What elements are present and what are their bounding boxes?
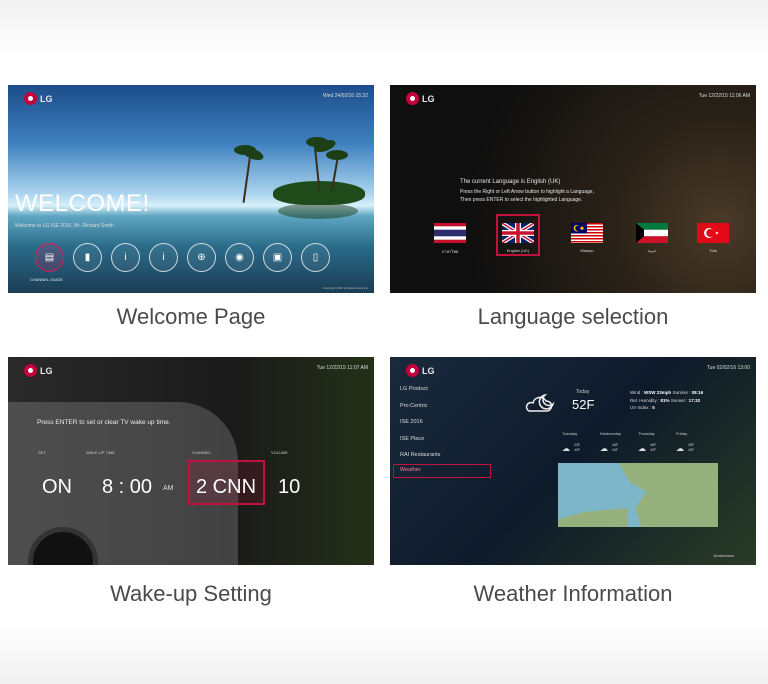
wake-up-setting-screenshot: LG Tue 12/22/15 11:07 AM Press ENTER to … xyxy=(8,357,374,565)
weather-information-screenshot: LG Tue 02/02/16 13:00 LG Product Pro:Cen… xyxy=(390,357,756,565)
forecast-day: Friday xyxy=(676,431,688,436)
menu-item[interactable]: ISE Place xyxy=(400,434,440,451)
cloudy-night-icon xyxy=(525,393,555,412)
clock: Tue 12/22/15 11:07 AM xyxy=(316,365,368,371)
rain-cloud-icon: ☁ xyxy=(638,444,646,453)
lg-logo: LG xyxy=(406,364,435,377)
menu-item[interactable]: Pro:Centric xyxy=(400,401,440,418)
remote-icon[interactable]: ▯ xyxy=(301,243,330,272)
caption-wake-up-setting: Wake-up Setting xyxy=(110,581,272,606)
wake-time-value[interactable]: 8 : 00 xyxy=(102,476,152,499)
menu-item[interactable]: LG Product xyxy=(400,384,440,401)
forecast-day: Thursday xyxy=(638,431,655,436)
uk-flag-icon[interactable] xyxy=(502,223,534,243)
lg-logo: LG xyxy=(406,92,435,105)
language-prompt: The current Language is English (UK) Pre… xyxy=(460,179,594,203)
lg-logo: LG xyxy=(24,364,53,377)
location-label: Amsterdam xyxy=(713,553,734,558)
welcome-title: WELCOME! xyxy=(15,190,150,217)
volume-value[interactable]: 10 xyxy=(278,476,300,499)
language-selection-screenshot: LG Tue 12/22/15 11:06 AM The current Lan… xyxy=(390,85,756,293)
weather-map[interactable] xyxy=(558,463,718,527)
language-label: ภาษาไทย xyxy=(441,249,459,254)
footer-copyright: Copyright 2016 LG Electronics Inc. xyxy=(322,286,369,290)
menu-icon-row: ▤ ▮ i i ⊕ ◉ ▣ ▯ xyxy=(35,243,330,272)
turkey-flag-icon[interactable] xyxy=(697,223,729,243)
clock: Tue 12/22/15 11:06 AM xyxy=(698,93,750,99)
welcome-subtitle: Welcome to LG ISE 2016, Mr. Richard Smit… xyxy=(15,223,114,229)
weather-details: Wind : WSW 23mph Sunrise : 08:16 Rel. Hu… xyxy=(630,390,704,410)
rain-cloud-icon: ☁ xyxy=(562,444,570,453)
language-label: Türk xyxy=(709,248,717,253)
caption-language-selection: Language selection xyxy=(477,304,669,329)
menu-item-weather-selected[interactable]: Weather xyxy=(393,464,491,478)
am-pm-value[interactable]: AM xyxy=(163,485,174,492)
kuwait-flag-icon[interactable] xyxy=(636,223,668,243)
channel-value[interactable]: 2 CNN xyxy=(196,476,256,499)
welcome-page-screenshot: LG Wed 24/02/16 15:32 WELCOME! Welcome t… xyxy=(8,85,374,293)
info-icon[interactable]: i xyxy=(149,243,178,272)
tv-guide-icon[interactable]: ▤ xyxy=(35,243,64,272)
malaysia-flag-icon[interactable] xyxy=(571,223,603,243)
channel-label: CHANNEL xyxy=(192,450,212,455)
set-label: SET xyxy=(38,450,46,455)
clock: Wed 24/02/16 15:32 xyxy=(323,93,368,99)
calendar-icon[interactable]: ▮ xyxy=(73,243,102,272)
forecast-day: Tuesday xyxy=(562,431,578,436)
side-menu: LG Product Pro:Centric ISE 2016 ISE Plac… xyxy=(400,384,440,467)
selected-icon-label: CHANNEL GUIDE xyxy=(30,277,63,282)
language-label: English (UK) xyxy=(506,248,530,253)
caption-welcome-page: Welcome Page xyxy=(116,304,266,329)
language-label: Malayu xyxy=(580,248,594,253)
current-temperature: 52F xyxy=(572,397,595,412)
language-label: عربية xyxy=(647,248,657,253)
forecast-day: Wednesday xyxy=(600,431,622,436)
globe-icon[interactable]: ⊕ xyxy=(187,243,216,272)
wake-time-label: WAKE UP TIME xyxy=(86,450,115,455)
menu-item[interactable]: ISE 2016 xyxy=(400,417,440,434)
set-value[interactable]: ON xyxy=(42,476,72,499)
thai-flag-icon[interactable] xyxy=(434,223,466,243)
wake-up-instruction: Press ENTER to set or clear TV wake up t… xyxy=(37,419,171,426)
lg-logo: LG xyxy=(24,92,53,105)
info-icon[interactable]: i xyxy=(111,243,140,272)
alarm-clock-icon[interactable]: ◉ xyxy=(225,243,254,272)
caption-weather-information: Weather Information xyxy=(473,581,673,606)
rain-cloud-icon: ☁ xyxy=(676,444,684,453)
tv-icon[interactable]: ▣ xyxy=(263,243,292,272)
today-label: Today xyxy=(576,389,590,395)
volume-label: VOLUME xyxy=(271,450,288,455)
rain-cloud-icon: ☁ xyxy=(600,444,608,453)
clock: Tue 02/02/16 13:00 xyxy=(706,365,750,371)
